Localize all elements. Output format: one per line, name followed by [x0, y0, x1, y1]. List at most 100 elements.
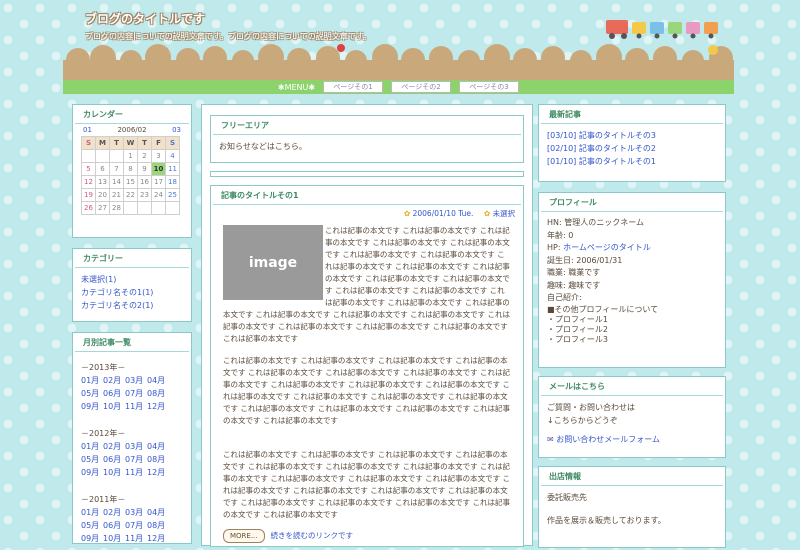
- recent-post-link[interactable]: [01/10] 記事のタイトルその1: [547, 157, 656, 166]
- archive-year: －2011年－: [81, 495, 126, 504]
- article-title[interactable]: 記事のタイトルその1: [221, 190, 299, 201]
- menu-item-page3[interactable]: ページその3: [459, 81, 520, 93]
- archive-month-link[interactable]: 09月: [81, 466, 103, 479]
- calendar-day: [109, 149, 124, 163]
- archive-month-link[interactable]: 07月: [125, 387, 147, 400]
- archive-month-link[interactable]: 07月: [125, 519, 147, 532]
- archive-month-link[interactable]: 08月: [147, 387, 169, 400]
- archive-month-link[interactable]: 02月: [103, 506, 125, 519]
- calendar-day: [165, 201, 180, 215]
- profile-hp-link[interactable]: ホームページのタイトル: [563, 243, 651, 252]
- profile-hobby: 趣味: 趣味です: [547, 280, 601, 290]
- archive-month-link[interactable]: 06月: [103, 387, 125, 400]
- profile-birthday: 誕生日: 2006/01/31: [547, 255, 623, 265]
- archive-month-link[interactable]: 12月: [147, 532, 169, 545]
- archive-month-link[interactable]: 01月: [81, 374, 103, 387]
- calendar-day: 8: [123, 162, 138, 176]
- archive-month-link[interactable]: 11月: [125, 400, 147, 413]
- recent-post-link[interactable]: [02/10] 記事のタイトルその2: [547, 144, 656, 153]
- category-link[interactable]: 未選択(1): [81, 275, 116, 284]
- archive-months: 01月 02月 03月 04月 05月 06月 07月 08月 09月 10月 …: [81, 374, 183, 413]
- recent-post-link[interactable]: [03/10] 記事のタイトルその3: [547, 131, 656, 140]
- archive-month-link[interactable]: 05月: [81, 519, 103, 532]
- calendar-prev-link[interactable]: 01: [83, 126, 92, 134]
- archive-month-link[interactable]: 05月: [81, 387, 103, 400]
- archive-year: －2013年－: [81, 363, 126, 372]
- archive-month-link[interactable]: 12月: [147, 466, 169, 479]
- calendar-day: 28: [109, 201, 124, 215]
- mail-title: メールはこちら: [541, 377, 723, 396]
- archive-month-link[interactable]: 06月: [103, 453, 125, 466]
- menu-item-page2[interactable]: ページその2: [391, 81, 452, 93]
- bear-border-illustration: [63, 44, 734, 80]
- archive-month-link[interactable]: 10月: [103, 466, 125, 479]
- archive-month-link[interactable]: 01月: [81, 440, 103, 453]
- blog-header: ブログのタイトルです ブログの内容についての説明文章です。ブログの内容についての…: [63, 0, 734, 80]
- calendar-day: 19: [81, 188, 96, 202]
- archive-month-link[interactable]: 03月: [125, 506, 147, 519]
- archive-month-link[interactable]: 02月: [103, 440, 125, 453]
- archive-month-link[interactable]: 12月: [147, 400, 169, 413]
- calendar-day: 12: [81, 175, 96, 189]
- profile-intro-line: ・プロフィール2: [547, 324, 608, 334]
- calendar-day: 24: [151, 188, 166, 202]
- archive-month-link[interactable]: 10月: [103, 532, 125, 545]
- calendar-day: 23: [137, 188, 152, 202]
- calendar-day-today[interactable]: 10: [151, 162, 166, 176]
- category-box: カテゴリー 未選択(1) カテゴリ名その1(1) カテゴリ名その2(1): [72, 248, 192, 322]
- profile-hp: HP: ホームページのタイトル: [547, 242, 717, 255]
- archive-month-link[interactable]: 03月: [125, 374, 147, 387]
- calendar-day: 17: [151, 175, 166, 189]
- archive-month-link[interactable]: 04月: [147, 506, 169, 519]
- calendar-day: 22: [123, 188, 138, 202]
- archive-month-link[interactable]: 09月: [81, 532, 103, 545]
- calendar-day: 13: [95, 175, 110, 189]
- category-link[interactable]: カテゴリ名その2(1): [81, 301, 153, 310]
- weekday-header: W: [123, 136, 138, 150]
- archive-month-link[interactable]: 01月: [81, 506, 103, 519]
- calendar-current-month: 2006/02: [117, 126, 147, 134]
- shop-line: 作品を展示＆販売しております。: [547, 516, 666, 525]
- archive-month-link[interactable]: 03月: [125, 440, 147, 453]
- archive-month-link[interactable]: 04月: [147, 374, 169, 387]
- mail-form-link[interactable]: お問い合わせメールフォーム: [556, 435, 660, 444]
- calendar-day: 20: [95, 188, 110, 202]
- calendar-day: 25: [165, 188, 180, 202]
- calendar-day: 14: [109, 175, 124, 189]
- shop-title: 出店情報: [541, 467, 723, 486]
- more-link[interactable]: 続きを読むのリンクです: [271, 530, 354, 542]
- blog-description: ブログの内容についての説明文章です。ブログの内容についての説明文章です。: [85, 32, 371, 41]
- calendar-day: 26: [81, 201, 96, 215]
- article-date[interactable]: 2006/01/10 Tue.: [413, 209, 474, 218]
- article-title-row: 記事のタイトルその1: [213, 186, 521, 205]
- article-body: image これは記事の本文です これは記事の本文です これは記事の本文です こ…: [211, 219, 523, 543]
- calendar-day: 2: [137, 149, 152, 163]
- calendar-day: 7: [109, 162, 124, 176]
- menu-item-page1[interactable]: ページその1: [323, 81, 384, 93]
- archive-month-link[interactable]: 04月: [147, 440, 169, 453]
- calendar-day: 6: [95, 162, 110, 176]
- archive-month-link[interactable]: 05月: [81, 453, 103, 466]
- category-title: カテゴリー: [75, 249, 189, 268]
- archive-month-link[interactable]: 11月: [125, 532, 147, 545]
- archive-month-link[interactable]: 06月: [103, 519, 125, 532]
- archive-month-link[interactable]: 08月: [147, 453, 169, 466]
- archive-month-link[interactable]: 09月: [81, 400, 103, 413]
- archive-month-link[interactable]: 08月: [147, 519, 169, 532]
- divider: [210, 171, 524, 177]
- article-category[interactable]: 未選択: [493, 209, 516, 218]
- category-link[interactable]: カテゴリ名その1(1): [81, 288, 153, 297]
- calendar-grid: S M T W T F S 1 2 3 4 5 6 7 8 9 10 11 12: [81, 136, 180, 215]
- archive-month-link[interactable]: 10月: [103, 400, 125, 413]
- calendar-day: 9: [137, 162, 152, 176]
- archive-month-link[interactable]: 11月: [125, 466, 147, 479]
- archive-month-link[interactable]: 02月: [103, 374, 125, 387]
- shop-line: 委託販売先: [547, 493, 587, 502]
- calendar-next-link[interactable]: 03: [172, 126, 181, 134]
- archive-months: 01月 02月 03月 04月 05月 06月 07月 08月 09月 10月 …: [81, 506, 183, 545]
- archive-month-link[interactable]: 07月: [125, 453, 147, 466]
- profile-intro-line: ・プロフィール1: [547, 314, 608, 324]
- calendar-day: [123, 201, 138, 215]
- blog-title[interactable]: ブログのタイトルです: [85, 10, 205, 27]
- more-button[interactable]: MORE...: [223, 529, 265, 543]
